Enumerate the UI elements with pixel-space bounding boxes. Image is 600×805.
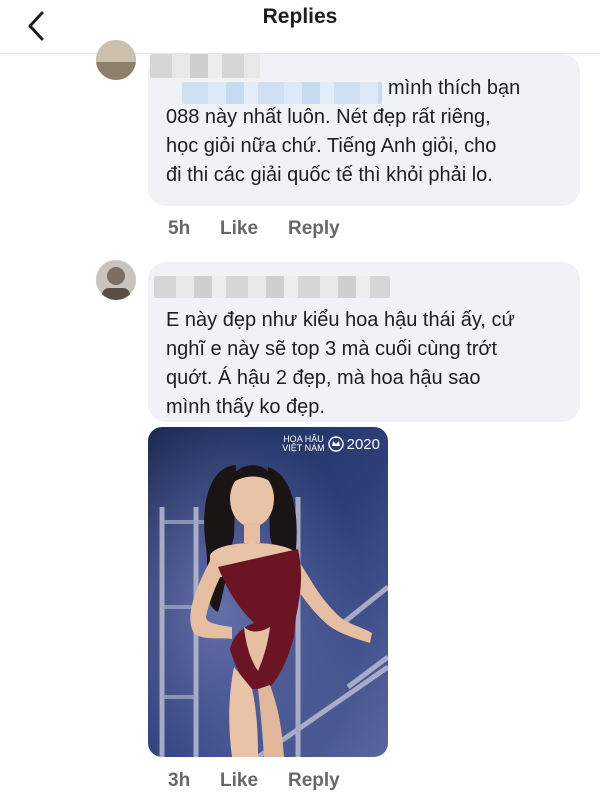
watermark-country: VIỆT NAM [282,443,325,453]
like-button[interactable]: Like [220,218,272,240]
avatar[interactable] [96,260,136,300]
comment-bubble: E này đẹp như kiểu hoa hậu thái ấy, cứ n… [148,262,580,422]
comment-actions: 5h Like Reply [168,218,340,240]
comment-bubble: mình thích bạn 088 này nhất luôn. Nét đẹ… [148,54,580,206]
comment-text: 088 này nhất luôn. Nét đẹp rất riêng, họ… [166,106,497,186]
reply-button[interactable]: Reply [288,218,340,240]
page-title: Replies [262,5,338,28]
comment-actions: 3h Like Reply [168,770,340,792]
like-button[interactable]: Like [220,770,272,792]
comment-timestamp: 5h [168,218,191,239]
avatar[interactable] [96,40,136,80]
redacted-author-name [150,54,260,78]
crown-logo-icon [327,436,344,452]
comment-text: E này đẹp như kiểu hoa hậu thái ấy, cứ n… [166,309,515,418]
photo-image [148,427,388,757]
comment-timestamp: 3h [168,770,191,791]
reply-button[interactable]: Reply [288,770,340,792]
photo-watermark: HOA HẬU VIỆT NAM 2020 [282,435,380,453]
comment-text-line: mình thích bạn [388,77,521,99]
attached-photo[interactable]: HOA HẬU VIỆT NAM 2020 [148,427,388,757]
header-bar: Replies [0,0,600,54]
watermark-year: 2020 [346,435,380,453]
redacted-author-name [154,276,390,298]
replies-screen: Replies mình thích bạn 088 này nhất luôn… [0,0,600,805]
redacted-mention [182,82,382,104]
